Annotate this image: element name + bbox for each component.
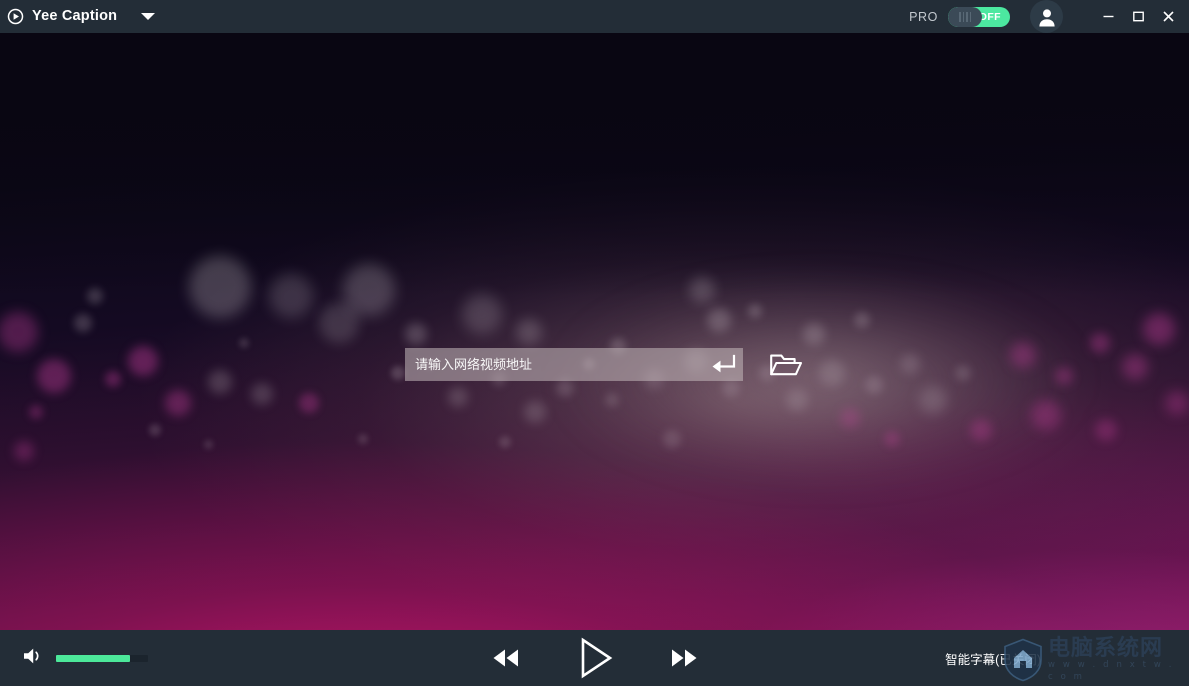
video-stage[interactable] (0, 33, 1189, 630)
subtitle-status[interactable]: 智能字幕(已关闭) (945, 630, 1041, 686)
minimize-icon (1103, 15, 1113, 18)
player-control-bar: 智能字幕(已关闭) (0, 630, 1189, 686)
play-icon (581, 637, 612, 679)
window-controls (1093, 0, 1189, 33)
avatar[interactable] (1030, 0, 1063, 33)
folder-open-icon (770, 354, 803, 375)
pro-label: PRO (909, 9, 938, 24)
url-input[interactable] (405, 348, 703, 381)
play-circle-icon (7, 8, 24, 25)
open-file-button[interactable] (767, 348, 805, 381)
pro-toggle[interactable]: OFF (948, 6, 1010, 27)
app-brand[interactable]: Yee Caption (0, 0, 156, 33)
close-icon (1162, 11, 1174, 22)
pro-toggle-state: OFF (978, 10, 1001, 23)
rewind-icon (493, 649, 518, 667)
fast-forward-icon (671, 649, 696, 667)
maximize-icon (1132, 11, 1144, 22)
maximize-button[interactable] (1123, 0, 1153, 33)
enter-return-icon (712, 354, 735, 373)
chevron-down-icon[interactable] (141, 13, 156, 20)
url-entry-row (405, 348, 805, 381)
fast-forward-button[interactable] (665, 645, 703, 671)
titlebar-right-group: PRO OFF (909, 0, 1189, 33)
app-title: Yee Caption (32, 8, 118, 25)
close-button[interactable] (1153, 0, 1183, 33)
user-avatar-icon (1038, 8, 1055, 26)
play-button[interactable] (575, 637, 615, 679)
url-bar[interactable] (405, 348, 743, 381)
pro-toggle-knob (948, 6, 982, 27)
url-submit-button[interactable] (703, 348, 743, 381)
rewind-button[interactable] (487, 645, 525, 671)
minimize-button[interactable] (1093, 0, 1123, 33)
title-bar: Yee Caption PRO OFF (0, 0, 1189, 33)
app-window: Yee Caption PRO OFF 请输入网络视频地址 智能字幕(已关闭) … (0, 0, 1189, 686)
